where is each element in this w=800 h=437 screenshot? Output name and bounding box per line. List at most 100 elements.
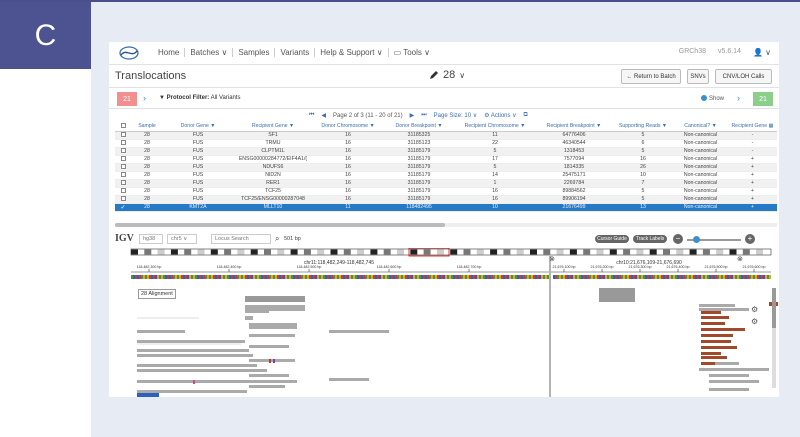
sequence-base — [153, 275, 155, 279]
sequence-base — [345, 275, 347, 279]
scrollbar-thumb[interactable] — [115, 223, 445, 227]
search-icon[interactable]: ⌕ — [275, 234, 279, 244]
cursor-guide-button[interactable]: Cursor Guide — [595, 235, 629, 243]
table-cell: 28 — [131, 147, 163, 156]
table-cell: 31185179 — [383, 187, 455, 196]
select-all-checkbox[interactable] — [120, 122, 126, 128]
row-checkbox-cell[interactable] — [115, 139, 131, 148]
filtered-count-badge[interactable]: 21 — [117, 92, 137, 106]
nav-item-0[interactable]: Home — [153, 48, 186, 57]
row-checkbox[interactable] — [120, 163, 126, 169]
table-row[interactable]: ✓ 28 KMT2A MLLT10 11 118482495 10 21676499 13 Non… — [115, 203, 777, 212]
row-checkbox-cell[interactable] — [115, 179, 131, 188]
row-checkbox-cell[interactable]: ✓ — [115, 203, 131, 212]
column-header-6[interactable]: Recipient Chromosome ▼ — [455, 122, 535, 132]
column-header-8[interactable]: Supporting Reads ▼ — [613, 122, 673, 132]
horizontal-scrollbar[interactable] — [115, 223, 777, 227]
row-checkbox[interactable] — [120, 187, 126, 193]
nav-item-3[interactable]: Variants — [275, 48, 316, 57]
prev-page-icon[interactable]: ◀ — [321, 112, 326, 119]
table-cell: Non-canonical — [673, 179, 728, 188]
next-page-icon[interactable]: ▶ — [410, 112, 415, 119]
sequence-base — [189, 275, 191, 279]
last-page-icon[interactable]: ⏭ — [421, 112, 426, 119]
chevron-down-icon: ∨ — [459, 70, 466, 80]
table-row[interactable]: 28 FUS TRMU 16 31185123 22 46340544 6 Non-canoni… — [115, 139, 777, 148]
nav-item-4[interactable]: Help & Support ∨ — [315, 48, 389, 57]
sequence-base — [711, 275, 713, 279]
alignment-read — [249, 345, 289, 348]
sequence-base — [617, 275, 619, 279]
sequence-base — [517, 275, 519, 279]
nav-item-5[interactable]: ▭ Tools ∨ — [389, 48, 435, 57]
export-icon[interactable]: ⧉ — [524, 112, 528, 119]
row-checkbox-cell[interactable] — [115, 171, 131, 180]
logo-icon[interactable] — [119, 45, 139, 61]
chevron-right-icon[interactable]: › — [143, 93, 146, 103]
nav-item-1[interactable]: Batches ∨ — [185, 48, 234, 57]
ideogram-band — [516, 249, 524, 255]
row-checkbox-cell[interactable] — [115, 187, 131, 196]
chevron-right-icon-2[interactable]: › — [737, 93, 740, 103]
zoom-slider-handle[interactable] — [693, 236, 700, 243]
column-header-0[interactable] — [115, 122, 131, 132]
column-header-5[interactable]: Donor Breakpoint ▼ — [383, 122, 455, 132]
user-menu[interactable]: 👤 ∨ — [753, 48, 771, 57]
row-checkbox[interactable] — [120, 147, 126, 153]
row-checkbox[interactable] — [120, 195, 126, 201]
genome-select[interactable]: hg38 — [139, 234, 163, 244]
table-row[interactable]: 28 FUS NDUFS6 16 31185179 5 1814335 26 Non-canon… — [115, 163, 777, 172]
sample-selector[interactable]: 28 ∨ — [429, 69, 465, 81]
cnv-loh-calls-button[interactable]: CNV/LOH Calls — [715, 69, 772, 84]
column-header-10[interactable]: Recipient Gene ▦ — [728, 122, 777, 132]
table-row[interactable]: 28 FUS NID2N 16 31185179 14 25475171 10 Non-cano… — [115, 171, 777, 180]
actions-menu[interactable]: ⚙ Actions ∨ — [484, 112, 516, 119]
row-checkbox[interactable] — [120, 131, 126, 137]
sequence-base — [539, 275, 541, 279]
row-checkbox-cell[interactable] — [115, 163, 131, 172]
sequence-base — [303, 275, 305, 279]
table-row[interactable]: 28 FUS SF1 16 31185325 11 64776406 5 Non-canonic… — [115, 131, 777, 140]
table-cell: Non-canonical — [673, 171, 728, 180]
row-checkbox-cell[interactable] — [115, 195, 131, 204]
split-read — [701, 340, 731, 343]
chromosome-select[interactable]: chr5 ∨ — [167, 234, 197, 244]
column-header-9[interactable]: Canonical? ▼ — [673, 122, 728, 132]
table-row[interactable]: 28 FUS CLPTM1L 16 31185179 5 1318453 5 Non-canon… — [115, 147, 777, 156]
sequence-base — [757, 275, 759, 279]
table-cell: 28 — [131, 195, 163, 204]
table-row[interactable]: 28 FUS TCF25 16 31185179 16 89884562 5 Non-canon… — [115, 187, 777, 196]
return-to-batch-button[interactable]: ← Return to Batch — [621, 69, 681, 84]
column-header-2[interactable]: Donor Gene ▼ — [163, 122, 233, 132]
row-checkbox-cell[interactable] — [115, 147, 131, 156]
row-checkbox-cell[interactable] — [115, 155, 131, 164]
snvs-button[interactable]: SNVs — [687, 69, 709, 84]
table-row[interactable]: 28 FUS RER1 16 31185179 1 2269784 7 Non-canonica… — [115, 179, 777, 188]
locus-search-input[interactable]: Locus Search — [211, 234, 271, 244]
table-row[interactable]: 28 FUS ENSG00000284772/EIF4A1/(16 31185179 1… — [115, 155, 777, 164]
row-checkbox[interactable] — [120, 155, 126, 161]
row-checkbox[interactable] — [120, 139, 126, 145]
first-page-icon[interactable]: ⏮ — [309, 112, 314, 119]
page-size-select[interactable]: Page Size: 10 ∨ — [434, 112, 477, 119]
column-header-7[interactable]: Recipient Breakpoint ▼ — [535, 122, 613, 132]
nav-item-2[interactable]: Samples — [233, 48, 276, 57]
protocol-filter[interactable]: ▼ Protocol Filter: All Variants — [159, 95, 241, 101]
row-checkbox-cell[interactable] — [115, 131, 131, 140]
sequence-base — [271, 275, 273, 279]
track-labels-button[interactable]: Track Labels — [633, 235, 667, 243]
row-checkbox[interactable] — [120, 171, 126, 177]
column-header-1[interactable]: Sample — [131, 122, 163, 132]
zoom-in-icon[interactable]: + — [745, 234, 755, 244]
row-checkbox[interactable]: ✓ — [120, 203, 126, 210]
zoom-out-icon[interactable]: − — [673, 234, 683, 244]
total-count-badge[interactable]: 21 — [753, 92, 773, 106]
table-cell: KMT2A — [163, 203, 233, 212]
show-toggle[interactable]: Show — [701, 95, 724, 102]
table-row[interactable]: 28 FUS TCF25/ENSG00000287048 16 31185179 16 89… — [115, 195, 777, 204]
alignment-read — [699, 308, 749, 311]
row-checkbox[interactable] — [120, 179, 126, 185]
column-header-3[interactable]: Recipient Gene ▼ — [233, 122, 313, 132]
igv-viewer[interactable]: ⊗ ⊗chr11:118,482,249-118,482,745 chr10:21,… — [109, 248, 779, 397]
column-header-4[interactable]: Donor Chromosome ▼ — [313, 122, 383, 132]
